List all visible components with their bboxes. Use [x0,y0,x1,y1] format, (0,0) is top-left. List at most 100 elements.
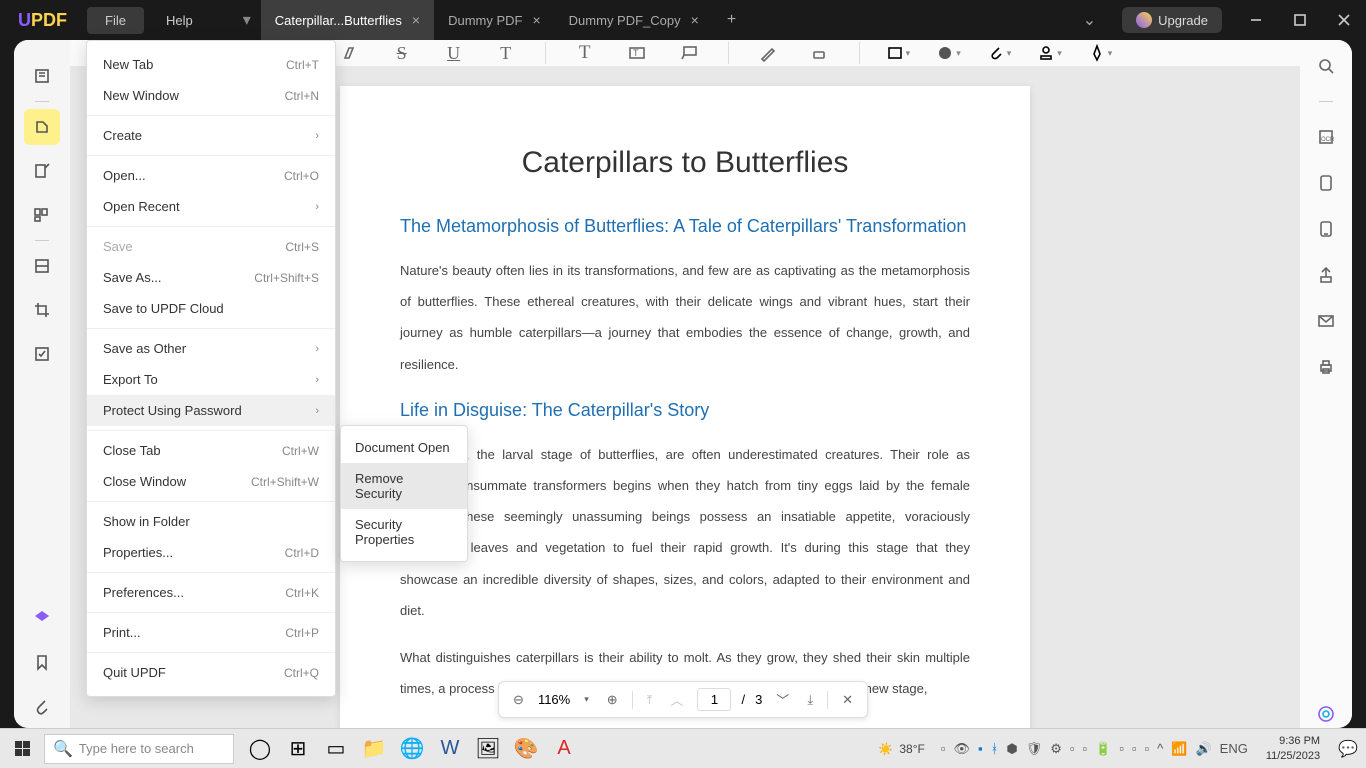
menu-properties[interactable]: Properties...Ctrl+D [87,537,335,568]
callout-icon[interactable] [676,40,702,66]
bookmark-icon[interactable] [24,644,60,680]
menu-quit[interactable]: Quit UPDFCtrl+Q [87,657,335,688]
menu-close-tab[interactable]: Close TabCtrl+W [87,435,335,466]
clock[interactable]: 9:36 PM 11/25/2023 [1256,734,1330,763]
ocr-icon[interactable]: OCR [1312,123,1340,151]
menu-preferences[interactable]: Preferences...Ctrl+K [87,577,335,608]
menu-create[interactable]: Create› [87,120,335,151]
close-icon[interactable]: × [532,12,540,28]
redact-icon[interactable] [24,248,60,284]
underline-icon[interactable]: U [441,40,467,66]
language-indicator[interactable]: ENG [1218,741,1250,756]
chevron-down-icon[interactable]: ⌄ [1069,10,1110,30]
tab-dummy-copy[interactable]: Dummy PDF_Copy × [555,0,713,40]
taskbar-app[interactable]: 🎨 [508,731,544,767]
menu-save-cloud[interactable]: Save to UPDF Cloud [87,293,335,324]
submenu-remove-security[interactable]: Remove Security [341,463,467,509]
submenu-document-open[interactable]: Document Open [341,432,467,463]
share-icon[interactable] [1312,261,1340,289]
menu-print[interactable]: Print...Ctrl+P [87,617,335,648]
tray-icon[interactable]: ▫ [1143,741,1152,756]
highlight-icon[interactable] [337,40,363,66]
edit-pdf-icon[interactable] [24,153,60,189]
menu-open[interactable]: Open...Ctrl+O [87,160,335,191]
volume-icon[interactable]: 🔊 [1193,741,1213,757]
tab-dummy[interactable]: Dummy PDF × [434,0,555,40]
fill-sign-icon[interactable] [24,336,60,372]
tray-icon[interactable]: 🔋 [1093,741,1113,757]
minimize-button[interactable] [1234,0,1278,40]
taskbar-search[interactable]: 🔍 Type here to search [44,734,234,764]
close-icon[interactable]: × [691,12,699,28]
tray-icon[interactable]: ▫ [1081,741,1090,756]
wifi-icon[interactable]: 📶 [1169,741,1189,757]
explorer-icon[interactable]: 📁 [356,731,392,767]
tray-icon[interactable]: ⚙ [1048,741,1064,757]
chrome-icon[interactable]: 🌐 [394,731,430,767]
submenu-security-properties[interactable]: Security Properties [341,509,467,555]
menu-show-folder[interactable]: Show in Folder [87,506,335,537]
tab-active[interactable]: Caterpillar...Butterflies × [261,0,434,40]
taskbar-app[interactable]: ▭ [318,731,354,767]
upgrade-button[interactable]: Upgrade [1122,7,1222,33]
menu-help[interactable]: Help [148,7,211,34]
new-tab-button[interactable]: + [713,11,750,29]
tray-icon[interactable]: ⬢ [1004,741,1019,757]
pencil-icon[interactable] [755,40,781,66]
layers-icon[interactable] [24,600,60,636]
textbox-icon[interactable]: T [624,40,650,66]
signature-tool[interactable]: ▾ [1037,44,1062,62]
notification-icon[interactable]: 💬 [1330,739,1366,759]
acrobat-icon[interactable]: A [546,731,582,767]
menu-new-window[interactable]: New WindowCtrl+N [87,80,335,111]
comment-tool-icon[interactable] [24,109,60,145]
squiggly-icon[interactable]: T [493,40,519,66]
start-button[interactable] [0,729,44,768]
print-icon[interactable] [1312,353,1340,381]
menu-save-other[interactable]: Save as Other› [87,333,335,364]
reader-mode-icon[interactable] [24,58,60,94]
bluetooth-icon[interactable]: ᚼ [989,741,1001,756]
strikethrough-icon[interactable]: S [389,40,415,66]
close-button[interactable] [1322,0,1366,40]
organize-icon[interactable] [24,197,60,233]
attachment-tool[interactable]: ▾ [987,44,1012,62]
tray-icon[interactable]: ▫ [1068,741,1077,756]
zoom-dropdown-icon[interactable]: ▾ [580,692,593,707]
compress-icon[interactable] [1312,169,1340,197]
last-page-button[interactable]: ⤓ [803,690,817,710]
tray-icon[interactable]: 👁 [951,741,972,757]
tray-icon[interactable]: ▫ [1117,741,1126,756]
chevron-up-icon[interactable]: ^ [1155,741,1165,756]
text-icon[interactable]: T [572,40,598,66]
zoom-out-button[interactable]: ⊖ [509,690,528,710]
taskview-icon[interactable]: ⊞ [280,731,316,767]
weather-widget[interactable]: ☀️ 38°F [870,742,932,756]
crop-icon[interactable] [24,292,60,328]
ai-icon[interactable] [1312,700,1340,728]
menu-protect-password[interactable]: Protect Using Password› [87,395,335,426]
cortana-icon[interactable]: ◯ [242,731,278,767]
menu-new-tab[interactable]: New TabCtrl+T [87,49,335,80]
tab-dropdown-icon[interactable]: ▾ [233,10,261,30]
zoom-in-button[interactable]: ⊕ [603,690,622,710]
next-page-button[interactable]: ﹀ [772,688,793,711]
menu-save-as[interactable]: Save As...Ctrl+Shift+S [87,262,335,293]
menu-export[interactable]: Export To› [87,364,335,395]
word-icon[interactable]: W [432,731,468,767]
tray-icon[interactable]: ▫ [1130,741,1139,756]
attachment-icon[interactable] [24,688,60,724]
convert-icon[interactable] [1312,215,1340,243]
tray-icon[interactable]: ▪ [976,741,985,756]
menu-close-window[interactable]: Close WindowCtrl+Shift+W [87,466,335,497]
tray-icon[interactable]: ▫ [939,741,948,756]
sticker-tool[interactable]: ▾ [1088,44,1113,62]
menu-file[interactable]: File [87,7,144,34]
shape-tool[interactable]: ▾ [886,44,911,62]
page-input[interactable] [697,688,731,711]
close-bar-button[interactable]: ✕ [838,690,857,710]
eraser-icon[interactable] [807,40,833,66]
taskbar-app[interactable]: 🖼 [470,731,506,767]
menu-open-recent[interactable]: Open Recent› [87,191,335,222]
search-icon[interactable] [1312,52,1340,80]
